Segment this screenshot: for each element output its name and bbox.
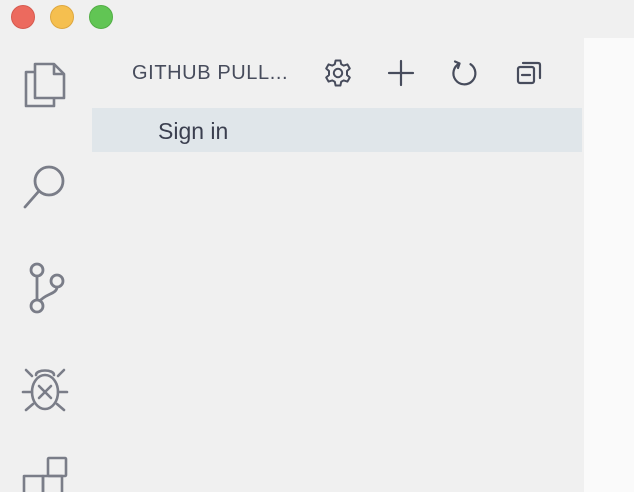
debug-icon <box>21 368 69 412</box>
activity-extensions[interactable] <box>18 454 72 492</box>
add-button[interactable] <box>385 57 417 89</box>
sidebar: GITHUB PULL... Sign in <box>92 38 582 492</box>
sidebar-header: GITHUB PULL... <box>92 38 582 108</box>
plus-icon <box>387 59 415 87</box>
close-window-button[interactable] <box>11 5 35 29</box>
collapse-all-icon <box>516 61 542 85</box>
sign-in-label: Sign in <box>158 118 229 144</box>
editor-area <box>584 38 634 492</box>
maximize-window-button[interactable] <box>89 5 113 29</box>
window-controls <box>11 5 113 29</box>
source-control-icon <box>29 262 65 314</box>
minimize-window-button[interactable] <box>50 5 74 29</box>
refresh-button[interactable] <box>449 57 481 89</box>
activity-bar <box>0 38 90 492</box>
sidebar-title: GITHUB PULL... <box>132 62 289 84</box>
collapse-all-button[interactable] <box>513 57 545 89</box>
files-icon <box>24 62 66 108</box>
activity-source-control[interactable] <box>18 261 72 315</box>
settings-button[interactable] <box>322 57 354 89</box>
gear-icon <box>325 59 351 87</box>
search-icon <box>23 165 65 209</box>
extensions-icon <box>22 456 68 492</box>
refresh-icon <box>452 60 477 86</box>
sign-in-item[interactable]: Sign in <box>92 108 582 152</box>
activity-debug[interactable] <box>18 362 72 416</box>
activity-explorer[interactable] <box>18 58 72 112</box>
app-window: GITHUB PULL... Sign in <box>0 0 634 492</box>
activity-search[interactable] <box>18 160 72 214</box>
